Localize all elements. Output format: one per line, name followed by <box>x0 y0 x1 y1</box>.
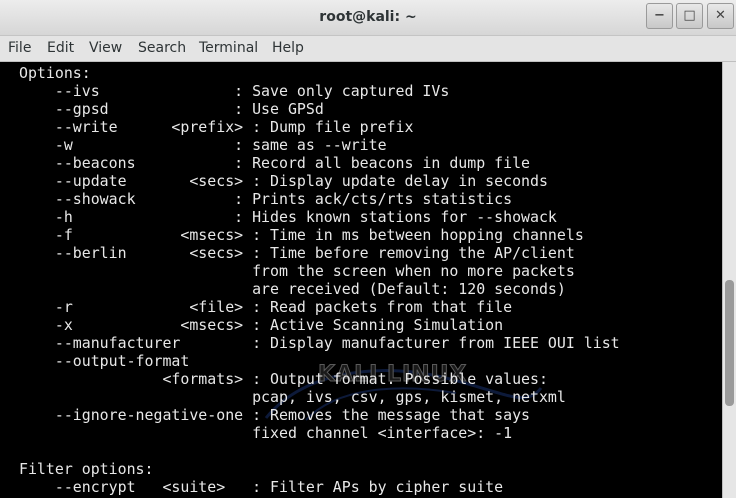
vertical-scrollbar[interactable] <box>722 62 736 498</box>
terminal-line: --manufacturer : Display manufacturer fr… <box>19 334 620 352</box>
terminal-output[interactable]: KALI LINUX Options: --ivs : Save only ca… <box>0 62 722 498</box>
close-button[interactable]: ✕ <box>707 3 734 29</box>
minimize-button[interactable]: − <box>646 3 673 29</box>
terminal-line: -x <msecs> : Active Scanning Simulation <box>19 316 504 334</box>
maximize-button[interactable]: □ <box>676 3 703 29</box>
menu-help[interactable]: Help <box>272 40 304 56</box>
terminal-line: -h : Hides known stations for --showack <box>19 208 557 226</box>
terminal-line: are received (Default: 120 seconds) <box>19 280 566 298</box>
terminal-line: --write <prefix> : Dump file prefix <box>19 118 414 136</box>
menu-terminal[interactable]: Terminal <box>199 40 258 56</box>
terminal-line: --encrypt <suite> : Filter APs by cipher… <box>19 478 504 496</box>
terminal-line: -w : same as --write <box>19 136 387 154</box>
terminal-text: Options: --ivs : Save only captured IVs … <box>19 64 620 496</box>
terminal-line: --output-format <box>19 352 190 370</box>
title-bar: root@kali: ~ − □ ✕ <box>0 0 736 36</box>
menu-search[interactable]: Search <box>138 40 186 56</box>
terminal-line: Filter options: <box>19 460 154 478</box>
terminal-line: --showack : Prints ack/cts/rts statistic… <box>19 190 513 208</box>
terminal-line: --beacons : Record all beacons in dump f… <box>19 154 531 172</box>
terminal-line: --ignore-negative-one : Removes the mess… <box>19 406 531 424</box>
terminal-line: <formats> : Output format. Possible valu… <box>19 370 548 388</box>
terminal-line: Options: <box>19 64 91 82</box>
window-title: root@kali: ~ <box>319 9 417 25</box>
scrollbar-thumb[interactable] <box>725 280 734 406</box>
terminal-line: from the screen when no more packets <box>19 262 575 280</box>
terminal-line: -r <file> : Read packets from that file <box>19 298 513 316</box>
menu-file[interactable]: File <box>8 40 31 56</box>
terminal-line: -f <msecs> : Time in ms between hopping … <box>19 226 584 244</box>
menu-bar: File Edit View Search Terminal Help <box>0 36 736 62</box>
terminal-line: --berlin <secs> : Time before removing t… <box>19 244 575 262</box>
terminal-line: fixed channel <interface>: -1 <box>19 424 513 442</box>
menu-view[interactable]: View <box>89 40 122 56</box>
menu-edit[interactable]: Edit <box>47 40 74 56</box>
terminal-line: pcap, ivs, csv, gps, kismet, netxml <box>19 388 566 406</box>
terminal-line: --gpsd : Use GPSd <box>19 100 324 118</box>
terminal-line: --update <secs> : Display update delay i… <box>19 172 548 190</box>
terminal-line: --ivs : Save only captured IVs <box>19 82 450 100</box>
